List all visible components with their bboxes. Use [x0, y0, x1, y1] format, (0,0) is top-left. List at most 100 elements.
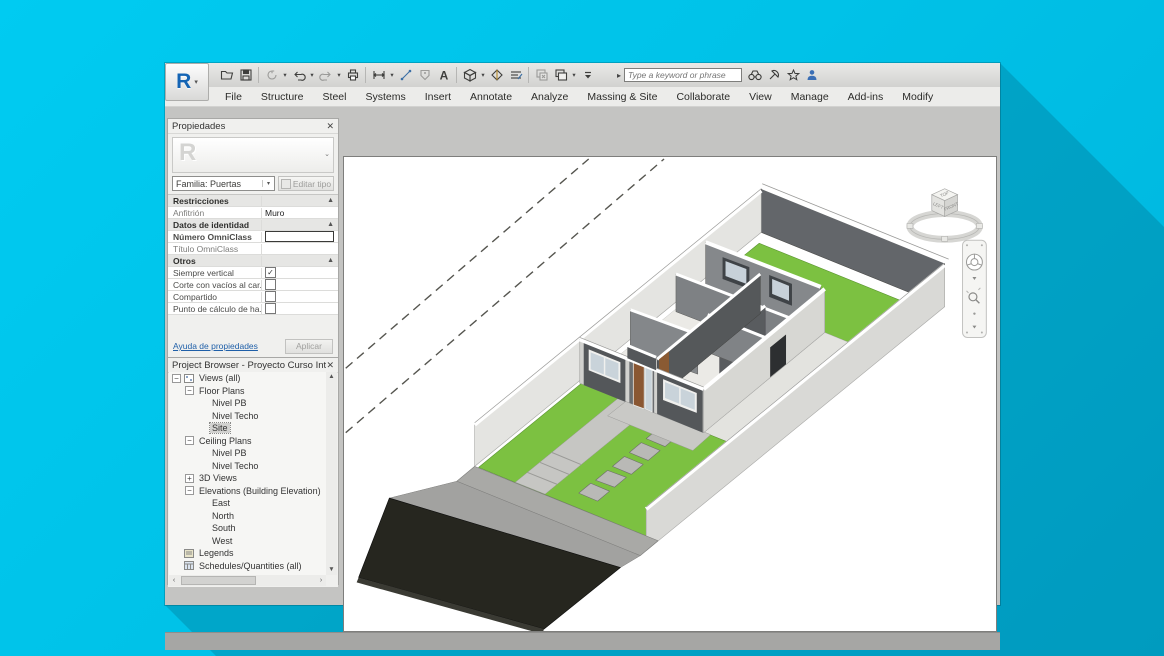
section-header[interactable]: Otros▲: [168, 255, 338, 267]
viewcube[interactable]: TOP LEFT FRONT: [907, 189, 982, 242]
collapse-chevron-icon[interactable]: ▲: [327, 257, 334, 264]
tree-item-west[interactable]: West: [169, 535, 326, 548]
tab-file[interactable]: File: [225, 91, 242, 103]
text-icon[interactable]: A: [434, 65, 453, 85]
edit-type-button[interactable]: Editar tipo: [278, 176, 334, 191]
undo-icon[interactable]: [289, 65, 308, 85]
tab-systems[interactable]: Systems: [365, 91, 405, 103]
tab-annotate[interactable]: Annotate: [470, 91, 512, 103]
checkbox[interactable]: [265, 279, 276, 290]
save-icon[interactable]: [236, 65, 255, 85]
tree-item-nivel-pb[interactable]: Nivel PB: [169, 397, 326, 410]
section-header[interactable]: Datos de identidad▲: [168, 219, 338, 231]
property-value: [262, 303, 338, 314]
checkbox[interactable]: [265, 303, 276, 314]
tab-add-ins[interactable]: Add-ins: [848, 91, 884, 103]
tree-item-floor-plans[interactable]: −Floor Plans: [169, 385, 326, 398]
sign-in-icon[interactable]: [768, 69, 781, 81]
tree-item-3d-views[interactable]: +3D Views: [169, 472, 326, 485]
collapse-icon[interactable]: −: [185, 486, 194, 495]
collapse-icon[interactable]: −: [185, 436, 194, 445]
aligned-dimension-icon[interactable]: [396, 65, 415, 85]
tab-insert[interactable]: Insert: [425, 91, 451, 103]
type-preview[interactable]: R ⌄: [172, 137, 334, 173]
binoculars-icon[interactable]: [748, 69, 762, 81]
omniclass-number-input[interactable]: [265, 231, 334, 242]
section-icon[interactable]: [487, 65, 506, 85]
collapse-icon[interactable]: −: [185, 386, 194, 395]
tree-item-label: North: [210, 511, 236, 521]
application-menu-button[interactable]: R ▾: [165, 63, 209, 101]
thin-lines-icon[interactable]: [506, 65, 525, 85]
properties-header[interactable]: Propiedades ✕: [168, 119, 338, 134]
tree-item-views-all-[interactable]: −Views (all): [169, 372, 326, 385]
tree-item-north[interactable]: North: [169, 510, 326, 523]
property-value[interactable]: Muro: [262, 207, 338, 218]
properties-help-link[interactable]: Ayuda de propiedades: [173, 341, 258, 351]
expand-icon[interactable]: +: [185, 474, 194, 483]
sync-dropdown-icon[interactable]: ▾: [281, 71, 289, 79]
default-3d-view-dropdown-icon[interactable]: ▾: [479, 71, 487, 79]
toolbar-separator: [456, 67, 457, 83]
tab-collaborate[interactable]: Collaborate: [676, 91, 730, 103]
measure-icon[interactable]: [369, 65, 388, 85]
horizontal-scrollbar[interactable]: ‹ ›: [169, 575, 326, 586]
undo-dropdown-icon[interactable]: ▾: [308, 71, 316, 79]
collapse-chevron-icon[interactable]: ▲: [327, 221, 334, 228]
tab-structure[interactable]: Structure: [261, 91, 304, 103]
project-browser-header[interactable]: Project Browser - Proyecto Curso Intro..…: [168, 358, 338, 373]
drawing-area-3d-view[interactable]: TOP LEFT FRONT: [343, 156, 997, 632]
property-row: Siempre vertical✓: [168, 267, 338, 279]
property-label: Anfitrión: [168, 208, 262, 218]
tree-item-nivel-techo[interactable]: Nivel Techo: [169, 410, 326, 423]
family-type-combo[interactable]: Familia: Puertas ▾: [172, 176, 275, 191]
customize-qat-icon[interactable]: [578, 65, 597, 85]
tree-item-south[interactable]: South: [169, 522, 326, 535]
section-header[interactable]: Restricciones▲: [168, 195, 338, 207]
tree-item-label: West: [210, 536, 234, 546]
tree-item-site[interactable]: Site: [169, 422, 326, 435]
scroll-down-icon[interactable]: ▼: [326, 565, 337, 575]
redo-dropdown-icon[interactable]: ▾: [335, 71, 343, 79]
tree-item-nivel-pb[interactable]: Nivel PB: [169, 447, 326, 460]
default-3d-view-icon[interactable]: [460, 65, 479, 85]
checkbox[interactable]: [265, 291, 276, 302]
tab-modify[interactable]: Modify: [902, 91, 933, 103]
tab-steel[interactable]: Steel: [323, 91, 347, 103]
scrollbar-thumb[interactable]: [181, 576, 256, 585]
user-icon[interactable]: [806, 69, 818, 81]
collapse-chevron-icon[interactable]: ▲: [327, 197, 334, 204]
apply-button[interactable]: Aplicar: [285, 339, 333, 354]
measure-dropdown-icon[interactable]: ▾: [388, 71, 396, 79]
print-icon[interactable]: [343, 65, 362, 85]
switch-windows-dropdown-icon[interactable]: ▾: [570, 71, 578, 79]
tab-manage[interactable]: Manage: [791, 91, 829, 103]
tree-item-nivel-techo[interactable]: Nivel Techo: [169, 460, 326, 473]
tree-item-ceiling-plans[interactable]: −Ceiling Plans: [169, 435, 326, 448]
close-icon[interactable]: ✕: [326, 122, 334, 131]
favorites-star-icon[interactable]: [787, 69, 800, 81]
property-value[interactable]: [262, 243, 338, 254]
open-icon[interactable]: [217, 65, 236, 85]
chevron-down-icon: ⌄: [324, 150, 330, 158]
tree-item-legends[interactable]: Legends: [169, 547, 326, 560]
scroll-right-icon[interactable]: ›: [316, 577, 326, 584]
collapse-icon[interactable]: −: [172, 374, 181, 383]
infocenter-collapse-icon[interactable]: ▸: [617, 71, 621, 80]
checkbox[interactable]: ✓: [265, 267, 276, 278]
scroll-up-icon[interactable]: ▲: [326, 372, 337, 382]
close-icon[interactable]: ✕: [326, 361, 334, 370]
tab-massing-site[interactable]: Massing & Site: [587, 91, 657, 103]
tree-item-label: Nivel PB: [210, 448, 249, 458]
tree-item-east[interactable]: East: [169, 497, 326, 510]
scroll-left-icon[interactable]: ‹: [169, 577, 179, 584]
tree-item-schedules-quantities-all-[interactable]: Schedules/Quantities (all): [169, 560, 326, 573]
tab-view[interactable]: View: [749, 91, 772, 103]
steering-wheel-icon[interactable]: [966, 254, 982, 270]
tree-item-elevations-building-elevation-[interactable]: −Elevations (Building Elevation): [169, 485, 326, 498]
navigation-bar[interactable]: [963, 240, 987, 337]
vertical-scrollbar[interactable]: ▲ ▼: [326, 372, 337, 575]
search-input[interactable]: [624, 68, 742, 82]
switch-windows-icon[interactable]: [551, 65, 570, 85]
tab-analyze[interactable]: Analyze: [531, 91, 568, 103]
